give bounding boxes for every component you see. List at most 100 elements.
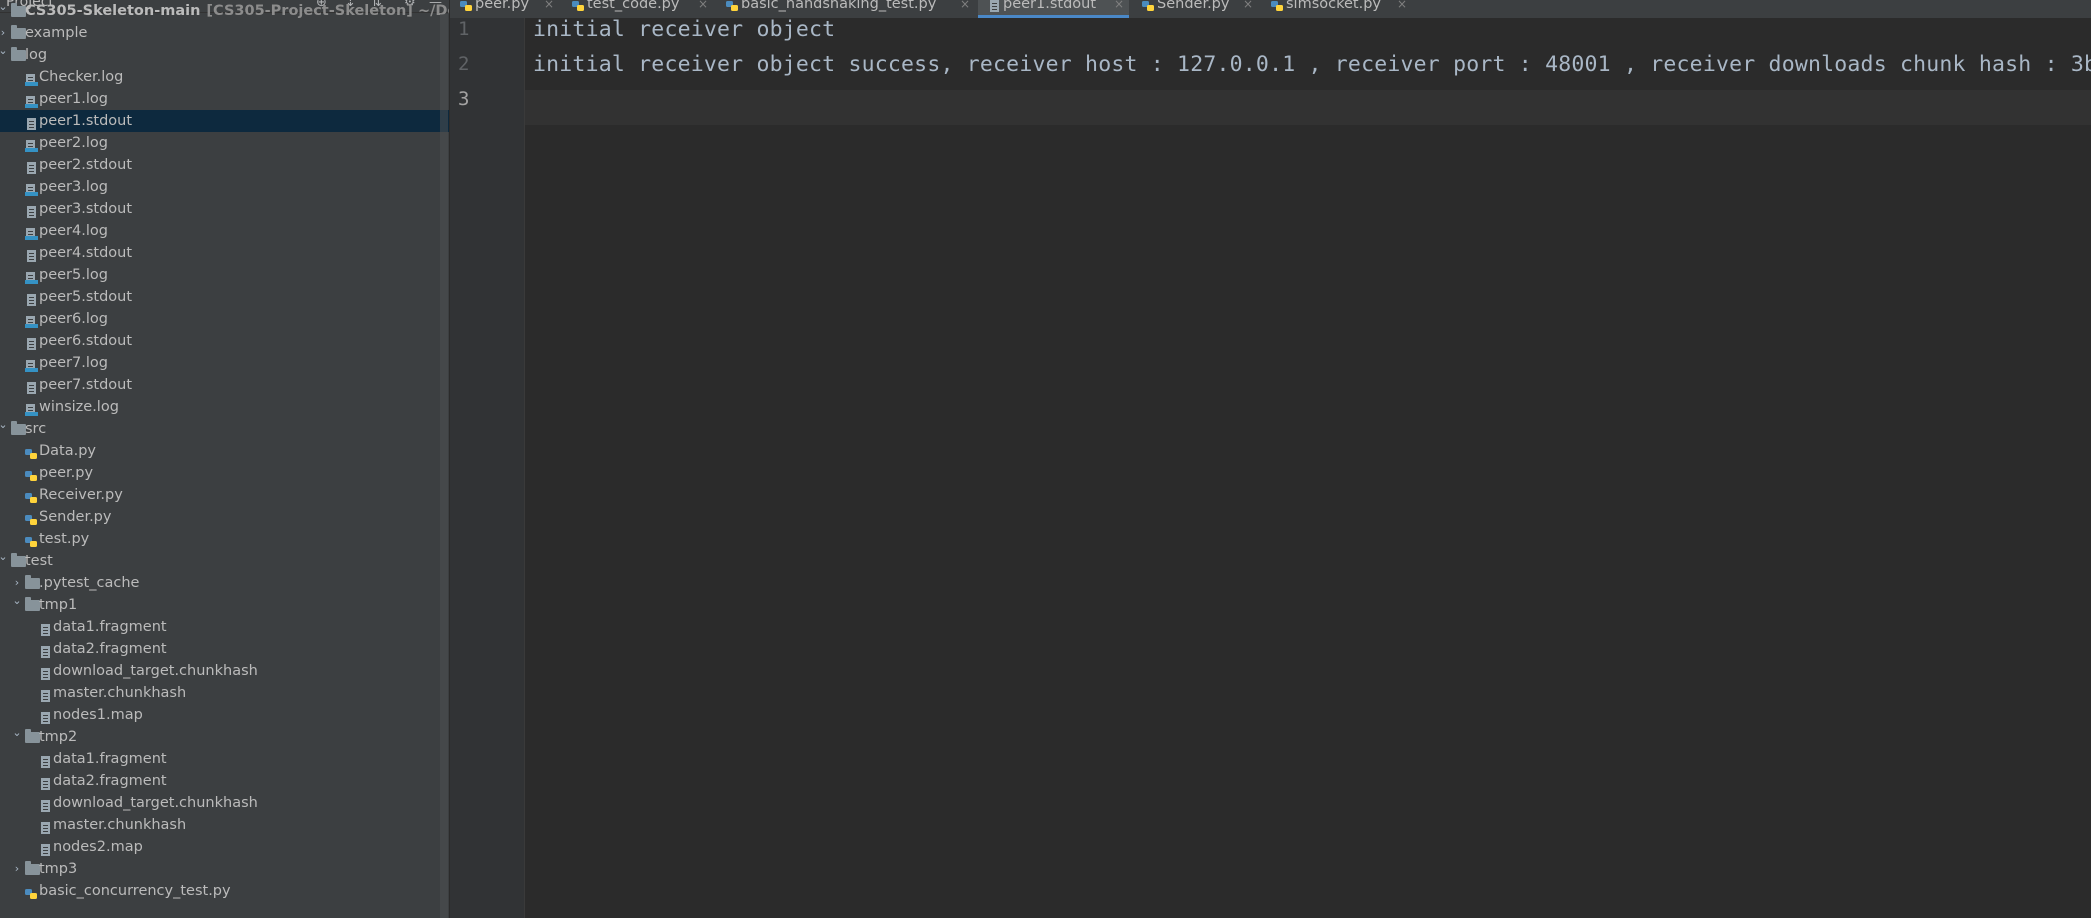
code-line: initial receiver object — [533, 18, 836, 42]
tree-file[interactable]: peer2.log — [0, 132, 449, 154]
close-icon[interactable]: × — [698, 0, 708, 10]
tree-item-label: Receiver.py — [39, 487, 123, 503]
tree-item-label: peer2.stdout — [39, 157, 133, 173]
tree-item-label: Checker.log — [39, 69, 124, 85]
tab-peer1-stdout[interactable]: peer1.stdout × — [978, 0, 1129, 18]
tree-file[interactable]: peer7.log — [0, 352, 449, 374]
close-icon[interactable]: × — [544, 0, 554, 10]
tree-file[interactable]: Receiver.py — [0, 484, 449, 506]
tree-folder[interactable]: ⌄ CS305-Skeleton-main [CS305-Project-Skele… — [0, 0, 449, 22]
close-icon[interactable]: × — [960, 0, 970, 10]
text-file-icon — [39, 841, 52, 856]
log-file-icon — [25, 357, 38, 372]
tree-file[interactable]: peer5.log — [0, 264, 449, 286]
tree-item-label: src — [25, 421, 47, 437]
close-icon[interactable]: × — [1114, 0, 1124, 10]
tree-file[interactable]: peer3.log — [0, 176, 449, 198]
chevron-right-icon[interactable]: › — [10, 858, 24, 880]
text-file-icon — [39, 797, 52, 812]
tree-file[interactable]: data2.fragment — [0, 770, 449, 792]
tree-item-label: tmp3 — [39, 861, 78, 877]
tree-file[interactable]: master.chunkhash — [0, 814, 449, 836]
tree-file[interactable]: basic_concurrency_test.py — [0, 880, 449, 902]
folder-icon — [25, 861, 40, 875]
tree-folder[interactable]: ⌄ test — [0, 550, 449, 572]
folder-icon — [25, 575, 40, 589]
tree-file[interactable]: peer2.stdout — [0, 154, 449, 176]
tab-label: peer1.stdout — [1003, 0, 1097, 12]
line-number: 3 — [458, 88, 470, 110]
tree-file[interactable]: peer7.stdout — [0, 374, 449, 396]
tab-label: basic_handshaking_test.py — [741, 0, 937, 12]
tree-file[interactable]: nodes1.map — [0, 704, 449, 726]
tree-file[interactable]: master.chunkhash — [0, 682, 449, 704]
tree-file[interactable]: download_target.chunkhash — [0, 660, 449, 682]
tree-file[interactable]: Checker.log — [0, 66, 449, 88]
text-file-icon — [25, 159, 38, 174]
folder-icon — [11, 3, 26, 17]
tree-file[interactable]: Sender.py — [0, 506, 449, 528]
tree-file[interactable]: peer6.log — [0, 308, 449, 330]
chevron-down-icon[interactable]: ⌄ — [0, 40, 10, 62]
close-icon[interactable]: × — [1397, 0, 1407, 10]
tree-file[interactable]: download_target.chunkhash — [0, 792, 449, 814]
log-file-icon — [25, 401, 38, 416]
tree-folder[interactable]: › example — [0, 22, 449, 44]
chevron-down-icon[interactable]: ⌄ — [10, 590, 24, 612]
tree-file[interactable]: test.py — [0, 528, 449, 550]
tree-item-label: nodes1.map — [53, 707, 143, 723]
tree-file[interactable]: winsize.log — [0, 396, 449, 418]
log-file-icon — [25, 93, 38, 108]
tree-folder[interactable]: › .pytest_cache — [0, 572, 449, 594]
tree-file[interactable]: Data.py — [0, 440, 449, 462]
tab-basic-handshaking-test-py[interactable]: basic_handshaking_test.py × — [716, 0, 975, 18]
tree-file[interactable]: peer5.stdout — [0, 286, 449, 308]
close-icon[interactable]: × — [1243, 0, 1253, 10]
tree-item-label: peer6.stdout — [39, 333, 133, 349]
tree-folder[interactable]: ⌄ tmp1 — [0, 594, 449, 616]
python-file-icon — [25, 489, 38, 503]
tree-item-label: peer4.stdout — [39, 245, 133, 261]
folder-icon — [25, 729, 40, 743]
line-number: 2 — [458, 53, 470, 75]
python-file-icon — [726, 0, 738, 11]
tab-test-code-py[interactable]: test_code.py × — [562, 0, 713, 18]
chevron-down-icon[interactable]: ⌄ — [0, 546, 10, 568]
tree-file[interactable]: peer6.stdout — [0, 330, 449, 352]
chevron-down-icon[interactable]: ⌄ — [10, 722, 24, 744]
tab-peer-py[interactable]: peer.py × — [450, 0, 559, 18]
python-file-icon — [1142, 0, 1154, 11]
tab-sender-py[interactable]: Sender.py × — [1132, 0, 1258, 18]
tree-item-label: .pytest_cache — [39, 575, 140, 591]
line-number: 1 — [458, 18, 470, 40]
tree-item-label: data1.fragment — [53, 751, 167, 767]
editor-area[interactable]: initial receiver object initial receiver … — [525, 18, 2091, 918]
chevron-down-icon[interactable]: ⌄ — [0, 414, 10, 436]
folder-icon — [25, 597, 40, 611]
tree-item-label: peer7.log — [39, 355, 108, 371]
tree-folder[interactable]: ⌄ tmp2 — [0, 726, 449, 748]
tree-file[interactable]: nodes2.map — [0, 836, 449, 858]
text-file-icon — [39, 819, 52, 834]
tree-file[interactable]: peer.py — [0, 462, 449, 484]
tree-file[interactable]: peer4.stdout — [0, 242, 449, 264]
tree-item-label: peer.py — [39, 465, 94, 481]
sidebar-scrollbar[interactable] — [440, 14, 448, 918]
tree-file[interactable]: peer4.log — [0, 220, 449, 242]
tree-folder[interactable]: › tmp3 — [0, 858, 449, 880]
tree-file[interactable]: peer1.stdout — [0, 110, 449, 132]
tree-item-label: peer5.log — [39, 267, 108, 283]
chevron-down-icon[interactable]: ⌄ — [0, 0, 10, 18]
python-file-icon — [25, 467, 38, 481]
tree-folder[interactable]: ⌄ log — [0, 44, 449, 66]
tree-folder[interactable]: ⌄ src — [0, 418, 449, 440]
tab-label: simsocket.py — [1286, 0, 1381, 12]
tree-file[interactable]: data2.fragment — [0, 638, 449, 660]
tab-simsocket-py[interactable]: simsocket.py × — [1261, 0, 1412, 18]
tree-file[interactable]: peer1.log — [0, 88, 449, 110]
tab-label: test_code.py — [587, 0, 680, 12]
tree-file[interactable]: data1.fragment — [0, 748, 449, 770]
tree-file[interactable]: data1.fragment — [0, 616, 449, 638]
tree-file[interactable]: peer3.stdout — [0, 198, 449, 220]
tree-item-label: download_target.chunkhash — [53, 663, 258, 679]
